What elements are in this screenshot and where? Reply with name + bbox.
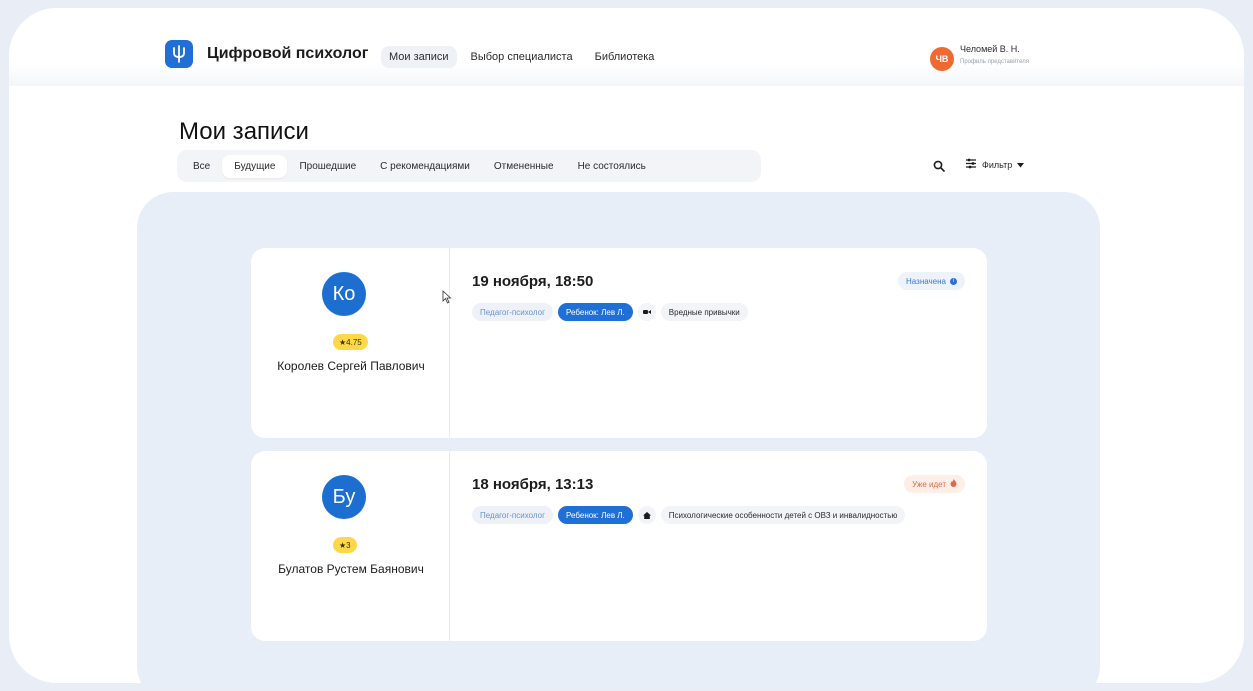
chevron-down-icon <box>1017 160 1025 170</box>
info-icon: i <box>950 277 957 285</box>
specialist-name: Королев Сергей Павлович <box>277 359 425 373</box>
status-label: Назначена <box>906 276 946 286</box>
page-title: Мои записи <box>179 118 309 145</box>
specialist-avatar: Бу <box>322 475 366 519</box>
tab-with-recommendations[interactable]: С рекомендациями <box>368 155 482 178</box>
tag-specialization: Педагог-психолог <box>472 506 554 524</box>
video-camera-icon <box>637 303 656 321</box>
tag-topic: Вредные привычки <box>660 303 748 321</box>
tag-specialization: Педагог-психолог <box>472 303 554 321</box>
status-label: Уже идет <box>912 479 946 489</box>
appointment-date: 19 ноября, 18:50 <box>472 273 594 290</box>
tab-not-held[interactable]: Не состоялись <box>566 155 658 178</box>
mouse-cursor-icon <box>442 290 452 309</box>
filter-button[interactable]: Фильтр <box>965 158 1025 171</box>
specialist-block: Ко ★4.75 Королев Сергей Павлович <box>251 248 450 438</box>
specialist-avatar: Ко <box>322 272 366 316</box>
tag-list: Педагог-психолог Ребенок: Лев Л. Вредные… <box>472 303 932 321</box>
appointment-card[interactable]: Ко ★4.75 Королев Сергей Павлович 19 нояб… <box>251 248 987 438</box>
tab-all[interactable]: Все <box>181 155 222 178</box>
user-role: Профиль представителя <box>960 59 1029 65</box>
appointment-tabs: Все Будущие Прошедшие С рекомендациями О… <box>177 150 761 182</box>
appointment-date: 18 ноября, 13:13 <box>472 476 594 493</box>
filter-icon <box>965 158 977 171</box>
top-header: Цифровой психолог Мои записи Выбор специ… <box>9 8 1244 86</box>
status-badge: Назначена i <box>898 272 965 290</box>
app-window: Цифровой психолог Мои записи Выбор специ… <box>9 8 1244 683</box>
nav-choose-specialist[interactable]: Выбор специалиста <box>463 46 581 68</box>
tag-list: Педагог-психолог Ребенок: Лев Л. Психоло… <box>472 506 932 524</box>
tag-topic: Психологические особенности детей с ОВЗ … <box>660 506 906 524</box>
brand-name[interactable]: Цифровой психолог <box>207 45 368 63</box>
logo-icon[interactable] <box>165 40 193 68</box>
home-icon <box>637 506 656 524</box>
nav-my-appointments[interactable]: Мои записи <box>381 46 457 68</box>
search-icon[interactable] <box>933 159 945 177</box>
specialist-block: Бу ★3 Булатов Рустем Баянович <box>251 451 450 641</box>
tab-cancelled[interactable]: Отмененные <box>482 155 566 178</box>
tab-past[interactable]: Прошедшие <box>287 155 368 178</box>
filter-label: Фильтр <box>982 159 1013 170</box>
nav-library[interactable]: Библиотека <box>587 46 663 68</box>
user-avatar[interactable]: ЧВ <box>930 47 954 71</box>
specialist-name: Булатов Рустем Баянович <box>278 562 424 576</box>
top-navigation: Мои записи Выбор специалиста Библиотека <box>381 46 662 68</box>
flame-icon <box>950 479 957 489</box>
tab-upcoming[interactable]: Будущие <box>222 154 288 178</box>
status-badge: Уже идет <box>904 475 965 493</box>
appointment-card[interactable]: Бу ★3 Булатов Рустем Баянович 18 ноября,… <box>251 451 987 641</box>
tag-child: Ребенок: Лев Л. <box>558 506 633 524</box>
rating-badge: ★3 <box>333 537 357 553</box>
rating-badge: ★4.75 <box>333 334 368 350</box>
tag-child: Ребенок: Лев Л. <box>558 303 633 321</box>
user-name[interactable]: Челомей В. Н. <box>960 44 1020 54</box>
